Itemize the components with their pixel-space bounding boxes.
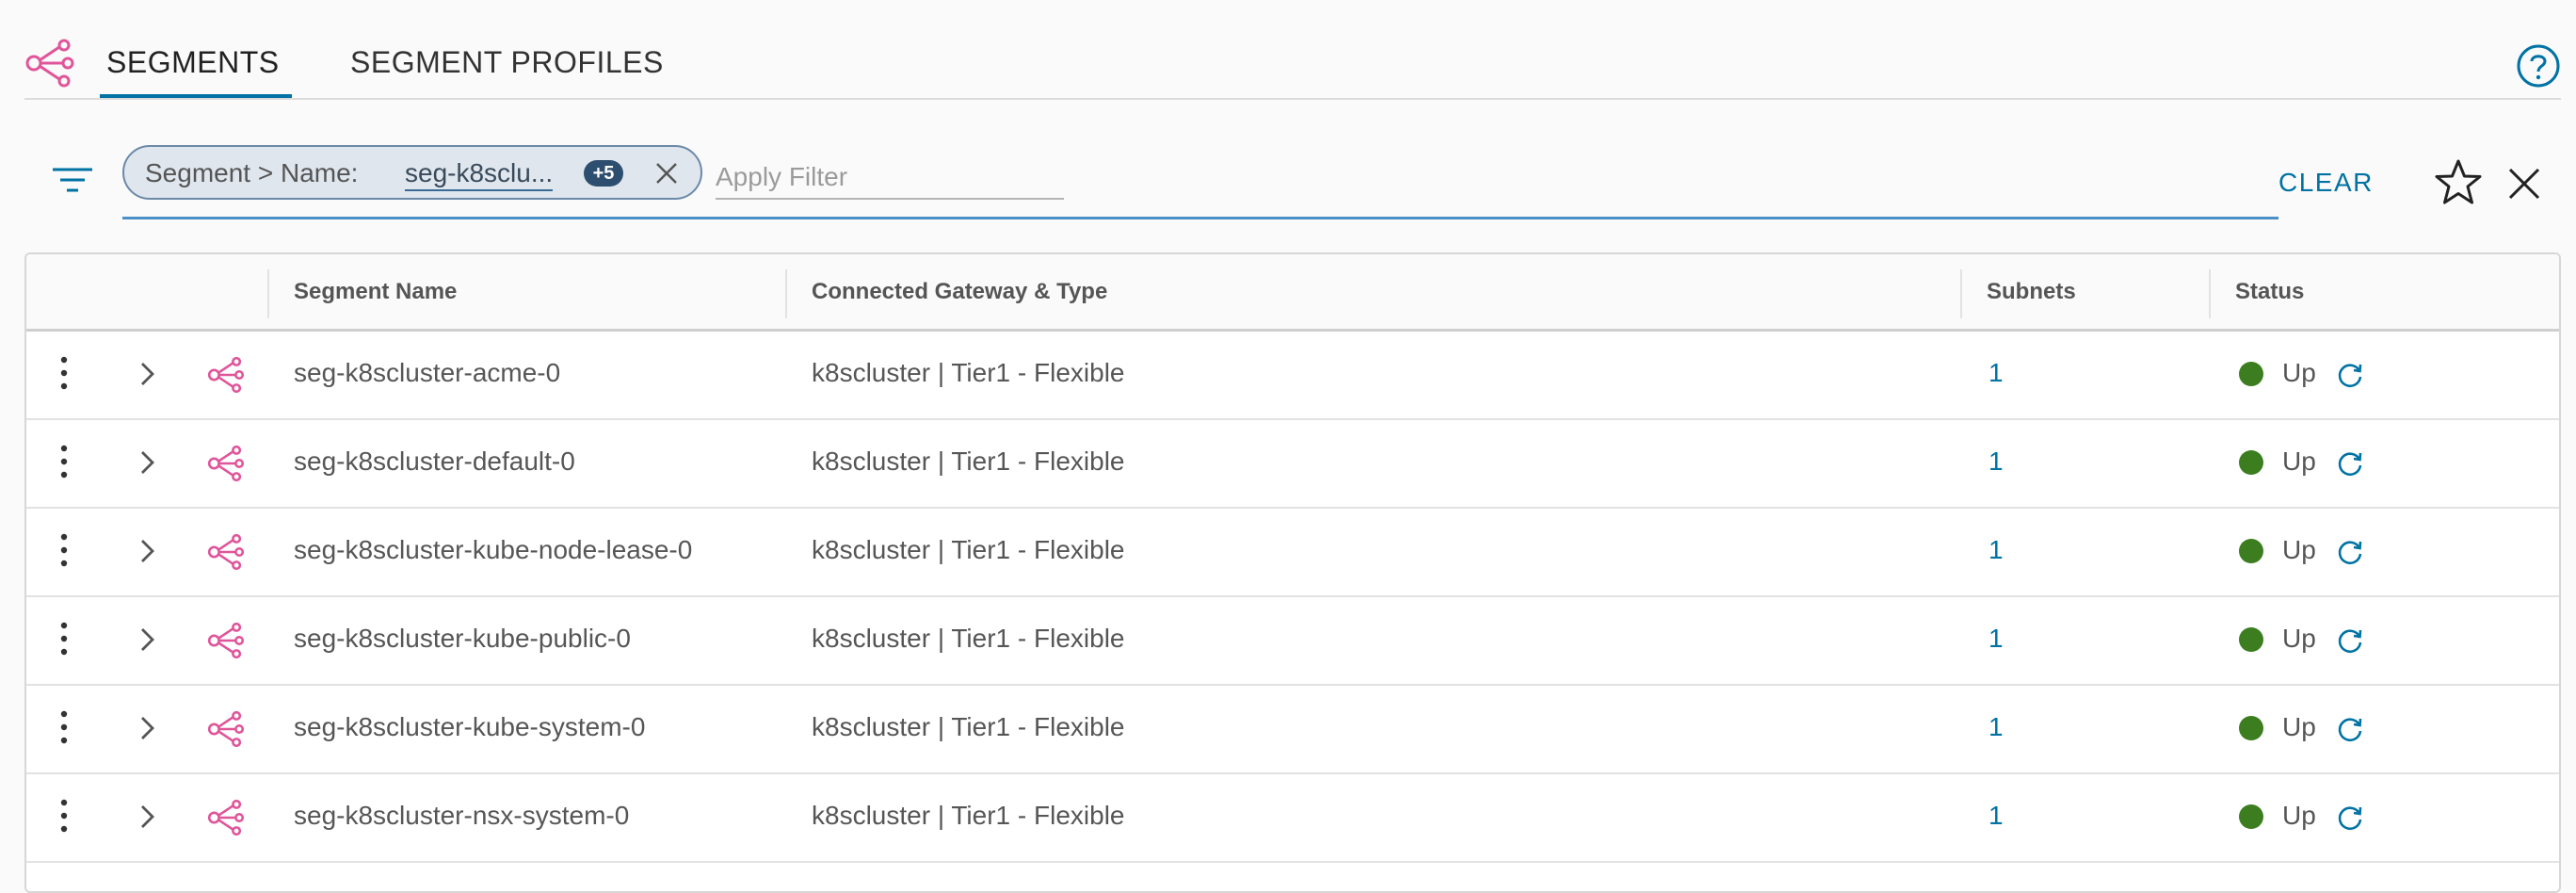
table-row[interactable]: seg-k8scluster-acme-0 k8scluster | Tier1… bbox=[26, 332, 2559, 420]
segment-name-cell: seg-k8scluster-default-0 bbox=[294, 446, 575, 476]
table-row[interactable]: seg-k8scluster-kube-system-0 k8scluster … bbox=[26, 686, 2559, 774]
help-circle-icon[interactable] bbox=[2516, 43, 2561, 89]
subnets-count-link[interactable]: 1 bbox=[1988, 535, 2004, 565]
tab-segments[interactable]: SEGMENTS bbox=[106, 45, 280, 80]
filter-chip-value[interactable]: seg-k8sclu... bbox=[405, 158, 554, 191]
segment-share-icon bbox=[207, 533, 245, 571]
gateway-cell: k8scluster | Tier1 - Flexible bbox=[812, 801, 1125, 830]
refresh-icon[interactable] bbox=[2335, 360, 2365, 390]
kebab-vertical-icon[interactable] bbox=[56, 708, 72, 746]
filter-lines-icon[interactable] bbox=[51, 166, 94, 194]
status-text: Up bbox=[2282, 624, 2316, 653]
refresh-icon[interactable] bbox=[2335, 625, 2365, 656]
close-x-icon[interactable] bbox=[652, 158, 682, 188]
refresh-icon[interactable] bbox=[2335, 714, 2365, 744]
column-header-gateway[interactable]: Connected Gateway & Type bbox=[812, 279, 1107, 305]
filter-chip-label: Segment > Name: bbox=[145, 158, 359, 187]
status-up-dot bbox=[2239, 627, 2263, 652]
status-text: Up bbox=[2282, 712, 2316, 741]
subnets-count-link[interactable]: 1 bbox=[1988, 801, 2004, 831]
column-separator bbox=[1960, 269, 1962, 318]
chevron-right-icon[interactable] bbox=[137, 360, 158, 388]
refresh-icon[interactable] bbox=[2335, 803, 2365, 833]
refresh-icon[interactable] bbox=[2335, 537, 2365, 567]
tab-divider bbox=[24, 98, 2561, 100]
gateway-cell: k8scluster | Tier1 - Flexible bbox=[812, 712, 1125, 741]
tab-segment-profiles[interactable]: SEGMENT PROFILES bbox=[350, 45, 664, 80]
gateway-cell: k8scluster | Tier1 - Flexible bbox=[812, 624, 1125, 653]
kebab-vertical-icon[interactable] bbox=[56, 531, 72, 569]
status-up-dot bbox=[2239, 716, 2263, 740]
kebab-vertical-icon[interactable] bbox=[56, 620, 72, 658]
column-separator bbox=[267, 269, 269, 318]
filter-chip[interactable]: Segment > Name: seg-k8sclu... +5 bbox=[122, 145, 702, 200]
subnets-count-link[interactable]: 1 bbox=[1988, 624, 2004, 654]
chevron-right-icon[interactable] bbox=[137, 625, 158, 654]
status-text: Up bbox=[2282, 358, 2316, 387]
refresh-icon[interactable] bbox=[2335, 448, 2365, 479]
star-outline-icon[interactable] bbox=[2433, 158, 2484, 207]
table-row[interactable]: seg-k8scluster-default-0 k8scluster | Ti… bbox=[26, 420, 2559, 509]
segment-name-cell: seg-k8scluster-kube-public-0 bbox=[294, 624, 631, 653]
segments-table: Segment Name Connected Gateway & Type Su… bbox=[24, 252, 2561, 893]
segment-share-icon bbox=[207, 622, 245, 659]
segment-name-cell: seg-k8scluster-kube-system-0 bbox=[294, 712, 646, 741]
status-text: Up bbox=[2282, 801, 2316, 830]
table-header: Segment Name Connected Gateway & Type Su… bbox=[26, 254, 2559, 332]
chevron-right-icon[interactable] bbox=[137, 448, 158, 477]
segment-share-icon bbox=[207, 445, 245, 482]
clear-filter-button[interactable]: CLEAR bbox=[2278, 168, 2374, 198]
status-up-dot bbox=[2239, 362, 2263, 386]
segment-share-icon bbox=[207, 356, 245, 394]
status-up-dot bbox=[2239, 804, 2263, 829]
chevron-right-icon[interactable] bbox=[137, 803, 158, 831]
table-row[interactable]: seg-k8scluster-nsx-system-0 k8scluster |… bbox=[26, 774, 2559, 863]
gateway-cell: k8scluster | Tier1 - Flexible bbox=[812, 535, 1125, 564]
segment-share-icon bbox=[207, 799, 245, 836]
status-up-dot bbox=[2239, 539, 2263, 563]
segment-name-cell: seg-k8scluster-nsx-system-0 bbox=[294, 801, 630, 830]
kebab-vertical-icon[interactable] bbox=[56, 443, 72, 480]
apply-filter-input[interactable] bbox=[716, 156, 1064, 200]
segment-share-icon bbox=[25, 39, 74, 88]
subnets-count-link[interactable]: 1 bbox=[1988, 358, 2004, 388]
gateway-cell: k8scluster | Tier1 - Flexible bbox=[812, 358, 1125, 387]
kebab-vertical-icon[interactable] bbox=[56, 354, 72, 392]
close-x-icon[interactable] bbox=[2504, 164, 2544, 203]
status-text: Up bbox=[2282, 535, 2316, 564]
gateway-cell: k8scluster | Tier1 - Flexible bbox=[812, 446, 1125, 476]
tab-bar: SEGMENTS SEGMENT PROFILES bbox=[0, 0, 2576, 100]
chevron-right-icon[interactable] bbox=[137, 714, 158, 742]
column-header-status[interactable]: Status bbox=[2235, 279, 2304, 305]
table-row[interactable]: seg-k8scluster-kube-public-0 k8scluster … bbox=[26, 597, 2559, 686]
column-separator bbox=[785, 269, 787, 318]
status-text: Up bbox=[2282, 446, 2316, 476]
column-separator bbox=[2209, 269, 2211, 318]
column-header-segment-name[interactable]: Segment Name bbox=[294, 279, 457, 305]
filter-underline bbox=[122, 217, 2278, 219]
segment-name-cell: seg-k8scluster-acme-0 bbox=[294, 358, 561, 387]
kebab-vertical-icon[interactable] bbox=[56, 797, 72, 835]
segment-name-cell: seg-k8scluster-kube-node-lease-0 bbox=[294, 535, 693, 564]
column-header-subnets[interactable]: Subnets bbox=[1987, 279, 2076, 305]
chevron-right-icon[interactable] bbox=[137, 537, 158, 565]
status-up-dot bbox=[2239, 450, 2263, 475]
table-row[interactable]: seg-k8scluster-kube-node-lease-0 k8sclus… bbox=[26, 509, 2559, 597]
filter-chip-count-badge: +5 bbox=[584, 160, 623, 187]
subnets-count-link[interactable]: 1 bbox=[1988, 446, 2004, 477]
subnets-count-link[interactable]: 1 bbox=[1988, 712, 2004, 742]
filter-bar: Segment > Name: seg-k8sclu... +5 CLEAR bbox=[0, 132, 2576, 226]
segment-share-icon bbox=[207, 710, 245, 748]
